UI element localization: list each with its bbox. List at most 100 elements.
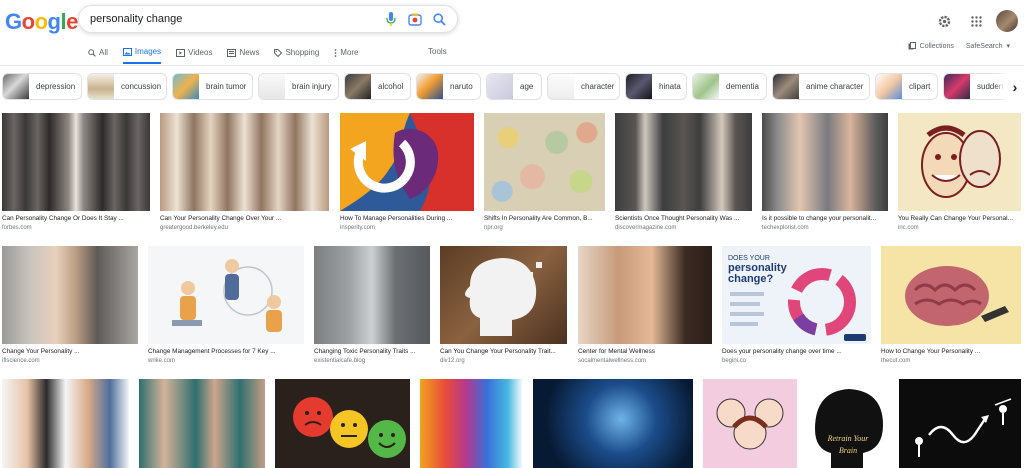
- collections-icon: [908, 42, 916, 50]
- result-image: [420, 379, 523, 468]
- chip-hinata[interactable]: hinata: [625, 73, 687, 100]
- image-result[interactable]: Can Personality Change Or Does It Stay .…: [2, 113, 150, 231]
- chip-thumbnail: [3, 74, 29, 99]
- image-result[interactable]: Is it possible to change your personalit…: [762, 113, 888, 231]
- image-result[interactable]: [533, 379, 693, 468]
- retrain-text-line2: Brain: [839, 446, 857, 455]
- brain-illustration: [881, 246, 1021, 344]
- related-search-chips: depression concussion brain tumor brain …: [2, 73, 1024, 100]
- image-result[interactable]: Retrain Your Brain: [807, 379, 889, 468]
- search-icon: [88, 48, 96, 57]
- tab-images[interactable]: Images: [122, 45, 162, 64]
- tab-videos[interactable]: Videos: [176, 45, 212, 60]
- result-image: [899, 379, 1021, 468]
- tab-news[interactable]: News: [227, 45, 259, 60]
- chip-brain-injury[interactable]: brain injury: [258, 73, 339, 100]
- chips-scroll-right-button[interactable]: ›: [1006, 73, 1024, 100]
- tab-shopping[interactable]: Shopping: [274, 45, 319, 60]
- image-result[interactable]: Center for Mental Wellness socalmentalwe…: [578, 246, 712, 364]
- image-result[interactable]: Scientists Once Thought Personality Was …: [615, 113, 752, 231]
- image-result[interactable]: Changing Toxic Personality Traits ... ex…: [314, 246, 430, 364]
- personality-infographic: DOES YOUR personality change?: [722, 246, 871, 344]
- chevron-right-icon: ›: [1012, 78, 1018, 95]
- search-tabs: All Images Videos News Shopping More: [88, 45, 374, 66]
- chip-thumbnail: [417, 74, 443, 99]
- silhouette-heads-illustration: [340, 113, 474, 211]
- search-box[interactable]: personality change: [78, 5, 458, 33]
- apps-grid-icon[interactable]: [968, 13, 984, 29]
- result-image: [139, 379, 265, 468]
- image-result[interactable]: [420, 379, 523, 468]
- avatar[interactable]: [996, 10, 1018, 32]
- tab-more[interactable]: More: [334, 45, 359, 60]
- result-image: [314, 246, 430, 344]
- image-result[interactable]: Shifts In Personality Are Common, B... n…: [484, 113, 605, 231]
- emotion-faces-illustration: [275, 379, 410, 468]
- image-result[interactable]: How To Manage Personalities During ... i…: [340, 113, 474, 231]
- result-image: [881, 246, 1021, 344]
- image-result[interactable]: [899, 379, 1021, 468]
- puzzle-head-illustration: [465, 258, 542, 336]
- safesearch-dropdown[interactable]: SafeSearch: [966, 43, 1003, 50]
- search-input[interactable]: personality change: [90, 13, 383, 25]
- gear-icon[interactable]: [936, 13, 952, 29]
- chip-dementia[interactable]: dementia: [692, 73, 767, 100]
- result-image: [2, 246, 138, 344]
- result-image: [578, 246, 712, 344]
- chip-anime-character[interactable]: anime character: [772, 73, 870, 100]
- image-result[interactable]: [2, 379, 129, 468]
- chip-alcohol[interactable]: alcohol: [344, 73, 411, 100]
- image-result[interactable]: DOES YOUR personality change? Does your …: [722, 246, 871, 364]
- chip-brain-tumor[interactable]: brain tumor: [172, 73, 253, 100]
- result-image: [533, 379, 693, 468]
- image-result[interactable]: Can Your Personality Change Over Your ..…: [160, 113, 329, 231]
- more-dots-icon: [334, 48, 337, 57]
- camera-lens-icon[interactable]: [407, 11, 423, 27]
- chip-thumbnail: [626, 74, 652, 99]
- image-result[interactable]: Change Management Processes for 7 Key ..…: [148, 246, 304, 364]
- tab-all[interactable]: All: [88, 45, 108, 60]
- result-image: [160, 113, 329, 211]
- image-result[interactable]: [139, 379, 265, 468]
- result-image: [484, 113, 605, 211]
- chip-clipart[interactable]: clipart: [875, 73, 938, 100]
- result-image: [703, 379, 797, 468]
- result-image: Retrain Your Brain: [807, 379, 889, 468]
- video-icon: [176, 48, 186, 57]
- image-result[interactable]: You Really Can Change Your Personal... i…: [898, 113, 1021, 231]
- image-result[interactable]: [703, 379, 797, 468]
- tag-icon: [274, 48, 283, 57]
- tools-button[interactable]: Tools: [428, 47, 447, 56]
- result-image: [440, 246, 567, 344]
- chip-character[interactable]: character: [547, 73, 620, 100]
- chip-depression[interactable]: depression: [2, 73, 82, 100]
- growth-figures-illustration: [899, 379, 1021, 468]
- chip-thumbnail: [259, 74, 285, 99]
- chip-thumbnail: [693, 74, 719, 99]
- collections-link[interactable]: Collections: [920, 43, 954, 50]
- chip-sudden[interactable]: sudden: [943, 73, 1013, 100]
- header-divider: [0, 65, 1024, 66]
- image-result[interactable]: Change Your Personality ... iflscience.c…: [2, 246, 138, 364]
- result-image: [340, 113, 474, 211]
- microphone-icon[interactable]: [383, 11, 399, 27]
- masks-illustration: [898, 113, 1021, 211]
- search-icon[interactable]: [431, 11, 447, 27]
- result-image: DOES YOUR personality change?: [722, 246, 871, 344]
- image-result[interactable]: How to Change Your Personality ... thecu…: [881, 246, 1021, 364]
- image-result[interactable]: [275, 379, 410, 468]
- google-logo[interactable]: Google: [5, 9, 78, 35]
- image-result[interactable]: Can You Change Your Personality Trait...…: [440, 246, 567, 364]
- result-image: [2, 379, 129, 468]
- chip-thumbnail: [173, 74, 199, 99]
- chip-thumbnail: [487, 74, 513, 99]
- chip-naruto[interactable]: naruto: [416, 73, 481, 100]
- chip-concussion[interactable]: concussion: [87, 73, 167, 100]
- cartoon-faces-illustration: [703, 379, 797, 468]
- retrain-text-line1: Retrain Your: [827, 434, 870, 443]
- news-icon: [227, 48, 237, 57]
- poster-text-line1: DOES YOUR: [728, 255, 770, 262]
- chip-thumbnail: [944, 74, 970, 99]
- result-image: [2, 113, 150, 211]
- chip-age[interactable]: age: [486, 73, 542, 100]
